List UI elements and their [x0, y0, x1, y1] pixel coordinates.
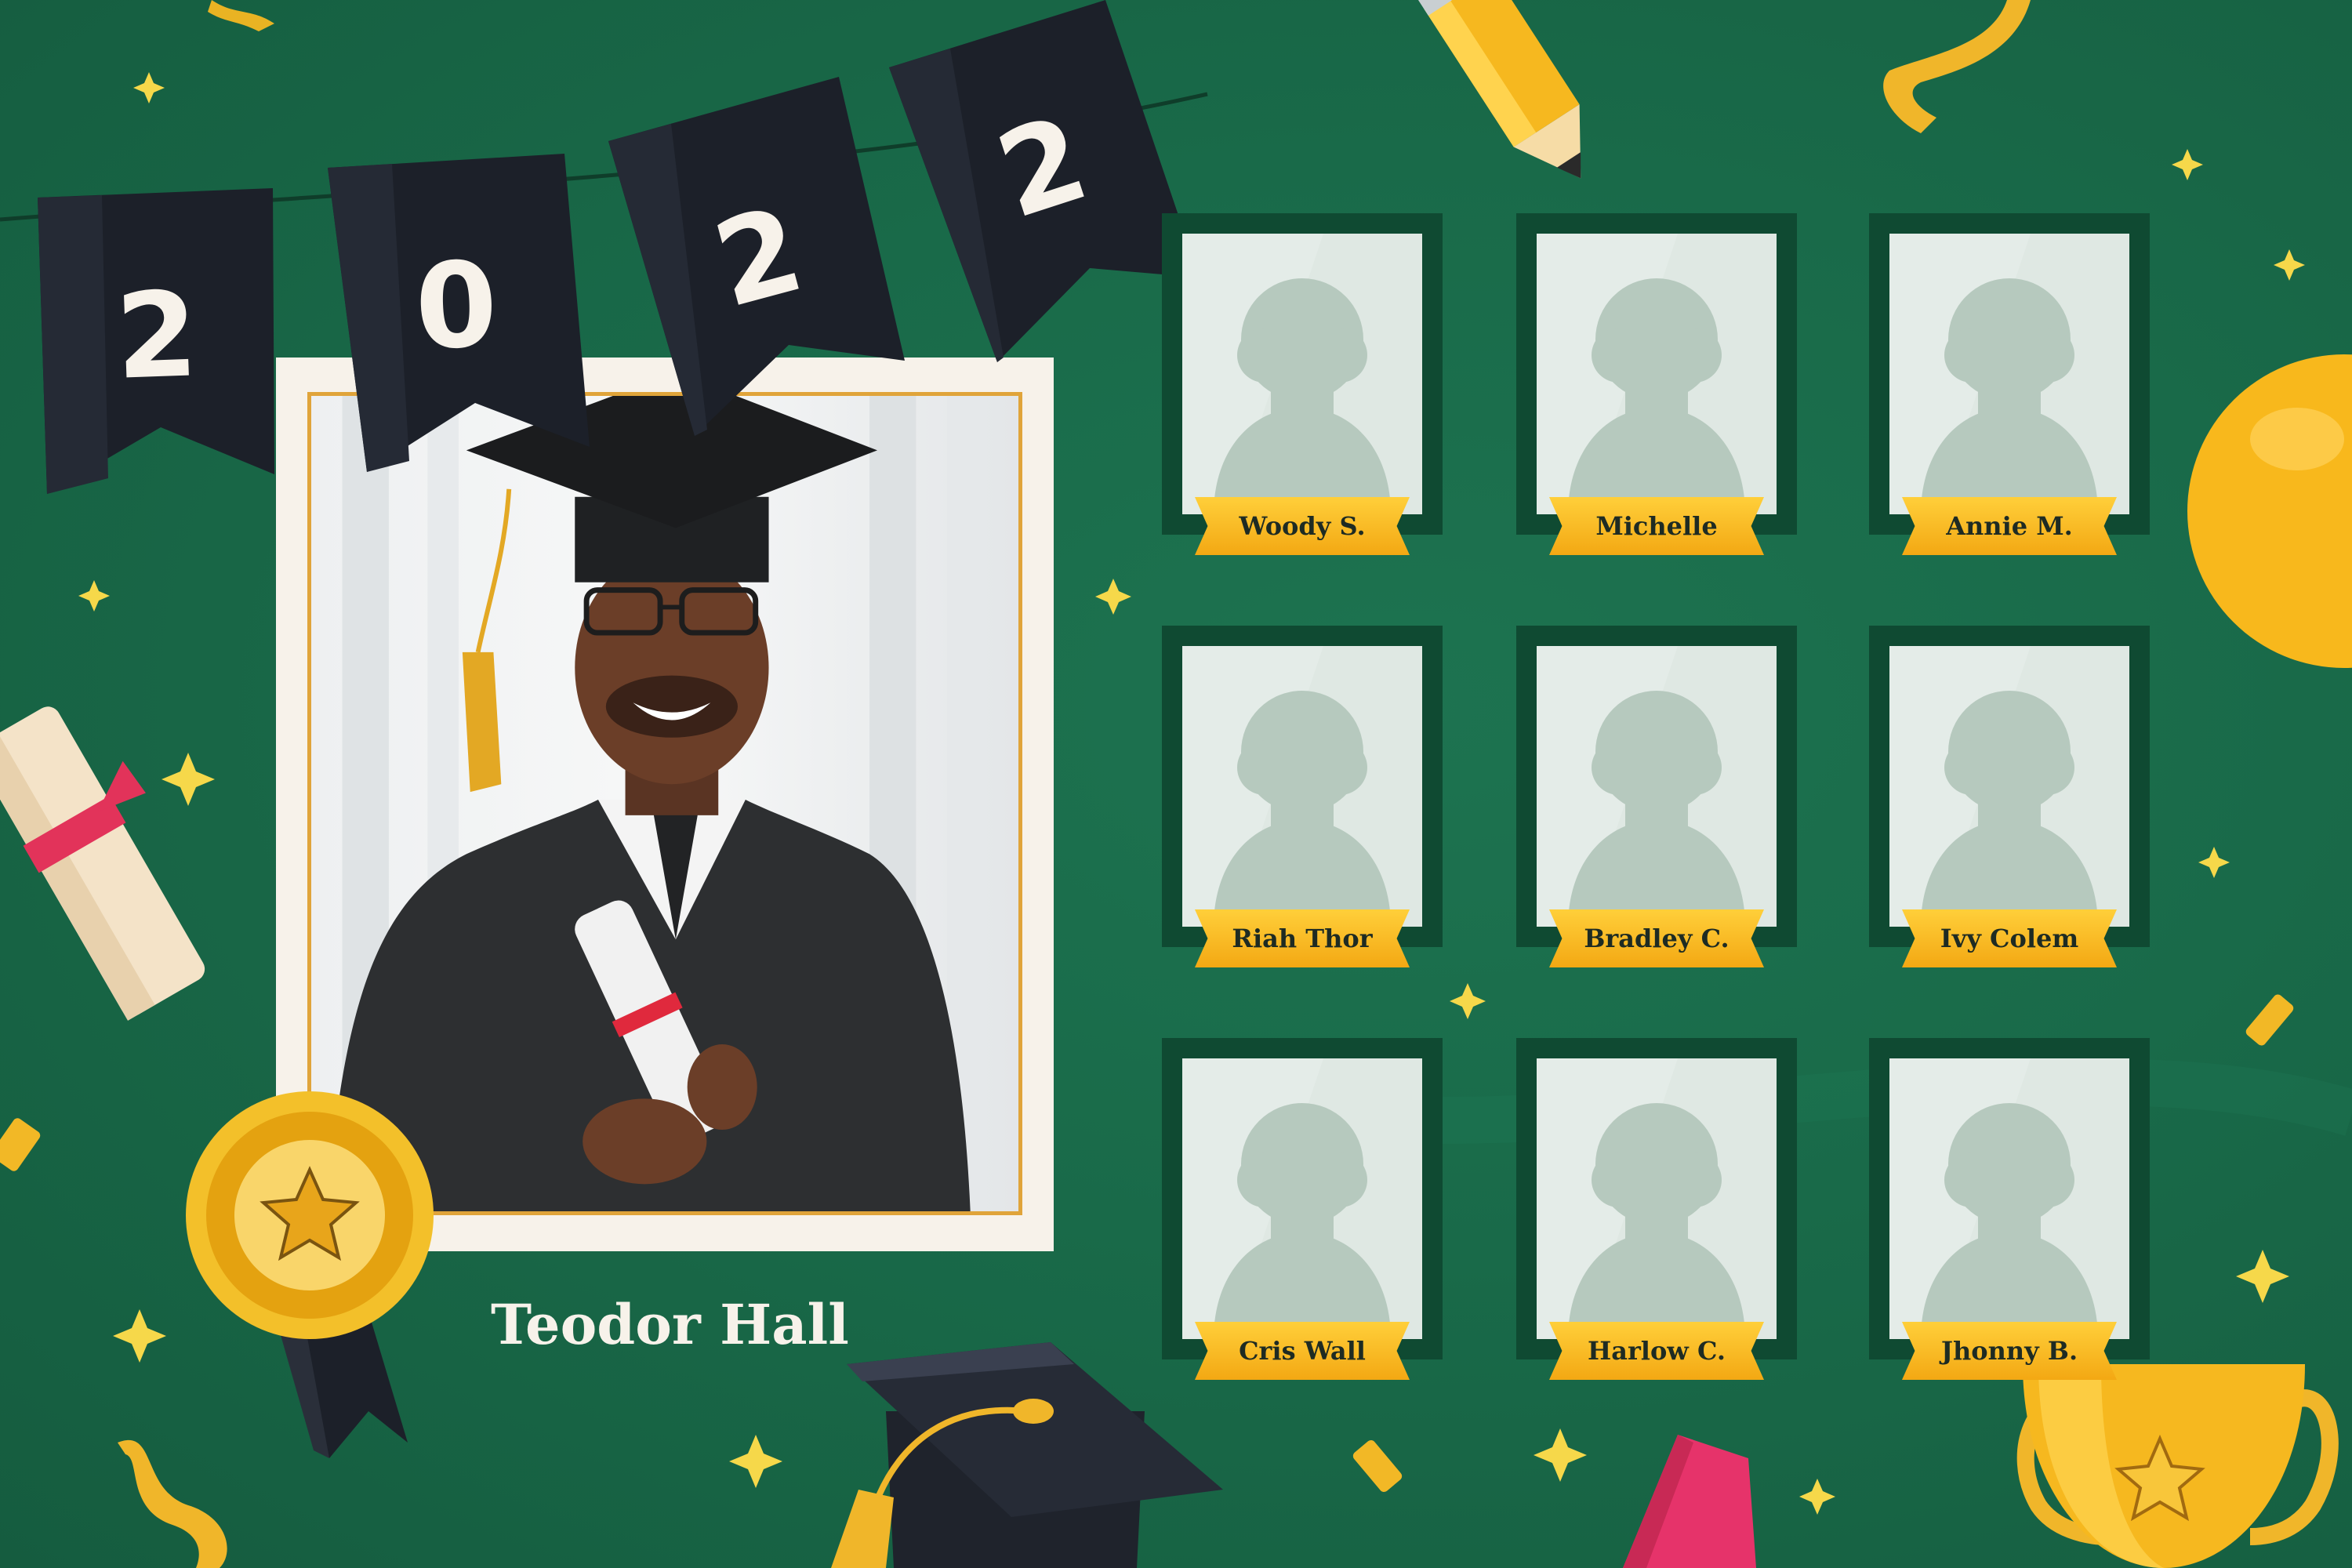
name-ribbon: Jhonny B. — [1902, 1322, 2117, 1380]
avatar-placeholder-icon — [1182, 1058, 1391, 1339]
avatar-placeholder-icon — [1182, 234, 1391, 514]
student-card[interactable]: Annie M. — [1869, 213, 2150, 555]
graduation-yearbook-board: 2 0 2 2 Teodor Hall Woody S. Michelle An… — [0, 0, 2352, 1568]
name-ribbon: Woody S. — [1195, 497, 1410, 555]
photo-placeholder — [1537, 646, 1777, 927]
avatar-placeholder-icon — [1537, 234, 1745, 514]
avatar-placeholder-icon — [1537, 1058, 1745, 1339]
avatar-placeholder-icon — [1889, 1058, 2098, 1339]
photo-placeholder — [1182, 1058, 1422, 1339]
avatar-placeholder-icon — [1889, 646, 2098, 927]
photo-placeholder — [1889, 1058, 2129, 1339]
student-card[interactable]: Woody S. — [1162, 213, 1443, 555]
name-ribbon: Harlow C. — [1549, 1322, 1764, 1380]
student-name: Annie M. — [1946, 511, 2073, 541]
featured-student-name: Teodor Hall — [491, 1292, 849, 1357]
name-ribbon: Bradley C. — [1549, 909, 1764, 967]
graduation-cap-icon — [831, 1342, 1223, 1568]
student-card[interactable]: Cris Wall — [1162, 1038, 1443, 1380]
student-name: Harlow C. — [1587, 1336, 1726, 1366]
trophy-icon — [2016, 1364, 2339, 1568]
avatar-placeholder-icon — [1537, 646, 1745, 927]
student-name: Bradley C. — [1584, 924, 1730, 953]
photo-placeholder — [1182, 234, 1422, 514]
student-card[interactable]: Jhonny B. — [1869, 1038, 2150, 1380]
name-ribbon: Annie M. — [1902, 497, 2117, 555]
student-name: Michelle — [1595, 511, 1718, 541]
avatar-placeholder-icon — [1889, 234, 2098, 514]
photo-placeholder — [1889, 646, 2129, 927]
student-name: Jhonny B. — [1940, 1336, 2078, 1366]
student-card[interactable]: Harlow C. — [1516, 1038, 1797, 1380]
student-card[interactable]: Bradley C. — [1516, 626, 1797, 967]
name-ribbon: Riah Thor — [1195, 909, 1410, 967]
year-banner — [38, 0, 1200, 494]
student-card[interactable]: Michelle — [1516, 213, 1797, 555]
student-card[interactable]: Riah Thor — [1162, 626, 1443, 967]
avatar-placeholder-icon — [1182, 646, 1391, 927]
photo-placeholder — [1537, 234, 1777, 514]
name-ribbon: Ivy Colem — [1902, 909, 2117, 967]
photo-placeholder — [1182, 646, 1422, 927]
student-card[interactable]: Ivy Colem — [1869, 626, 2150, 967]
student-name: Woody S. — [1239, 511, 1366, 541]
banner-digit: 0 — [413, 237, 499, 376]
photo-placeholder — [1537, 1058, 1777, 1339]
medal-icon — [186, 1091, 434, 1458]
banner-digit: 2 — [114, 267, 200, 406]
student-name: Cris Wall — [1239, 1336, 1366, 1366]
student-name: Riah Thor — [1232, 924, 1373, 953]
name-ribbon: Michelle — [1549, 497, 1764, 555]
student-name: Ivy Colem — [1940, 924, 2079, 953]
name-ribbon: Cris Wall — [1195, 1322, 1410, 1380]
photo-placeholder — [1889, 234, 2129, 514]
